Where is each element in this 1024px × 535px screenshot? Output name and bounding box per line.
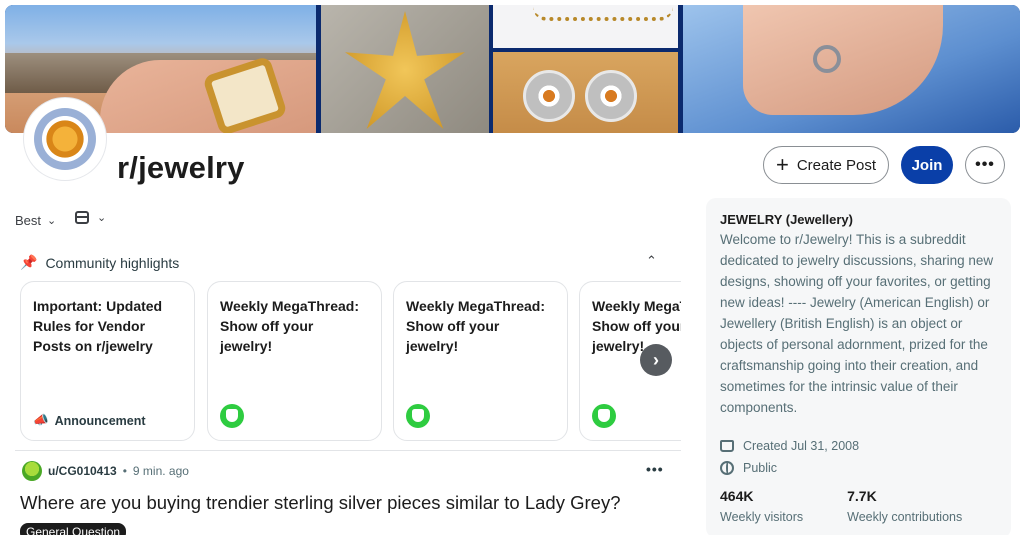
banner-image-necklace (493, 5, 678, 48)
highlight-title: Weekly MegaThread: Show off your jewelry… (220, 298, 360, 354)
highlight-footer: 📣 Announcement (33, 413, 146, 428)
highlight-title: Weekly MegaThread: Show off your jewelry… (592, 298, 681, 354)
create-post-button[interactable]: + Create Post (763, 146, 889, 184)
highlight-card[interactable]: Weekly MegaThread: Show off your jewelry… (207, 281, 382, 441)
mod-shield-icon (592, 404, 616, 428)
sidebar-stats: 464K Weekly visitors 7.7K Weekly contrib… (720, 488, 962, 524)
sort-dropdown[interactable]: Best ⌄ (15, 213, 56, 228)
stat-label: Weekly contributions (847, 510, 963, 524)
community-avatar (24, 98, 106, 180)
sidebar-visibility: Public (743, 461, 778, 475)
view-mode-dropdown[interactable]: ⌄ (75, 211, 106, 224)
highlights-carousel: Important: Updated Rules for Vendor Post… (20, 281, 681, 441)
community-highlights-header: 📌 Community highlights (20, 254, 179, 271)
card-view-icon (75, 211, 89, 224)
highlight-card[interactable]: Important: Updated Rules for Vendor Post… (20, 281, 195, 441)
sidebar-created: Created Jul 31, 2008 (743, 439, 860, 453)
join-button[interactable]: Join (901, 146, 953, 184)
post-meta: u/CG010413 • 9 min. ago (22, 461, 189, 481)
highlight-title: Weekly MegaThread: Show off your jewelry… (406, 298, 546, 354)
cake-icon (720, 440, 734, 452)
chevron-down-icon: ⌄ (47, 215, 57, 227)
mod-shield-icon (406, 404, 430, 428)
megaphone-icon: 📣 (33, 413, 49, 427)
banner-image-earrings (493, 52, 678, 133)
community-banner (5, 5, 1020, 133)
plus-icon: + (775, 152, 789, 177)
highlight-footer (406, 404, 430, 428)
highlight-title: Important: Updated Rules for Vendor Post… (33, 298, 163, 354)
community-title: r/jewelry (117, 150, 245, 185)
sidebar-created-row: Created Jul 31, 2008 (720, 439, 859, 453)
post-more-options-button[interactable]: ••• (646, 461, 664, 477)
stat-weekly-visitors: 464K Weekly visitors (720, 488, 803, 524)
post-author-link[interactable]: u/CG010413 (48, 464, 117, 478)
create-post-label: Create Post (796, 156, 877, 174)
post-flair[interactable]: General Question (20, 523, 127, 535)
sidebar-description: Welcome to r/Jewelry! This is a subreddi… (720, 232, 994, 415)
community-sidebar: JEWELRY (Jewellery) Welcome to r/Jewelry… (706, 198, 1011, 535)
globe-icon (720, 461, 734, 475)
post-title[interactable]: Where are you buying trendier sterling s… (20, 492, 620, 514)
highlight-footer-label: Announcement (54, 413, 146, 428)
sort-label: Best (15, 213, 42, 228)
stat-weekly-contributions: 7.7K Weekly contributions (847, 488, 962, 524)
chevron-down-icon: ⌄ (97, 212, 107, 224)
more-options-button[interactable]: ••• (965, 146, 1005, 184)
chevron-right-icon: › (653, 349, 659, 370)
highlight-card[interactable]: Weekly MegaThread: Show off your jewelry… (393, 281, 568, 441)
meta-separator: • (122, 464, 127, 478)
collapse-highlights-button[interactable]: ⌃ (646, 253, 657, 269)
pin-icon: 📌 (20, 254, 38, 270)
mod-shield-icon (220, 404, 244, 428)
user-avatar[interactable] (22, 461, 42, 481)
banner-image-star-pendant (321, 5, 489, 133)
stat-label: Weekly visitors (720, 510, 804, 524)
feed-divider (15, 450, 681, 451)
stat-value: 464K (720, 488, 754, 504)
post-time: 9 min. ago (132, 464, 189, 478)
sidebar-community-name: JEWELRY (Jewellery) (720, 212, 853, 227)
carousel-next-button[interactable]: › (640, 344, 672, 376)
highlights-title: Community highlights (45, 254, 180, 271)
highlight-footer (592, 404, 616, 428)
sidebar-visibility-row: Public (720, 461, 777, 475)
stat-value: 7.7K (847, 488, 877, 504)
banner-image-rings-hand (683, 5, 1020, 133)
highlight-footer (220, 404, 244, 428)
